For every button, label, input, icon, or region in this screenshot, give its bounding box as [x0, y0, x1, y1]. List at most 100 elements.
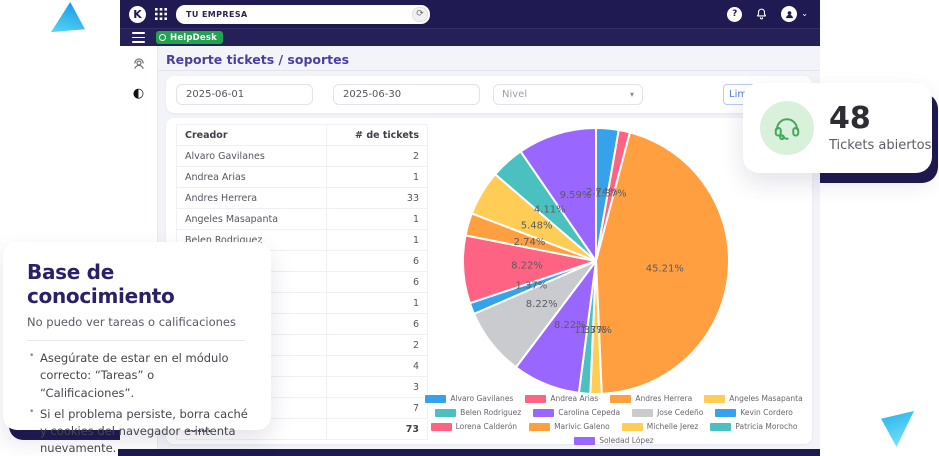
helpdesk-badge-label: HelpDesk [170, 32, 218, 43]
legend-label: Kevin Cordero [740, 408, 793, 417]
count-cell: 33 [406, 193, 419, 204]
apps-grid-icon[interactable] [155, 8, 167, 20]
count-cell: 4 [412, 361, 419, 372]
table-row: Andrea Arias 1 [177, 167, 427, 188]
legend-item[interactable]: Michelle Jerez [621, 422, 699, 431]
date-to-input[interactable] [333, 84, 480, 105]
legend-item[interactable]: Andres Herrera [610, 394, 692, 403]
help-icon[interactable]: ? [727, 6, 743, 22]
legend-label: Lorena Calderón [455, 422, 518, 431]
notifications-bell-icon[interactable] [755, 7, 768, 21]
chevron-down-icon: ▾ [629, 90, 634, 99]
topbar-actions: ? ⌄ [727, 6, 808, 22]
legend-item[interactable]: Kevin Cordero [715, 408, 793, 417]
open-tickets-value: 48 [829, 100, 871, 136]
knowledge-bullet: Si el problema persiste, borra caché y c… [27, 406, 251, 456]
headset-icon [774, 118, 800, 141]
knowledge-subtitle: No puedo ver tareas o calificaciones [27, 315, 236, 329]
brand-logo[interactable]: K [129, 5, 146, 23]
date-from-input[interactable] [176, 84, 313, 105]
legend-label: Carolina Cepeda [558, 408, 621, 417]
legend-item[interactable]: Andrea Arias [525, 394, 598, 403]
count-cell: 1 [412, 235, 419, 246]
company-search: ⟳ [176, 4, 430, 24]
count-cell: 6 [412, 256, 419, 267]
count-cell: 6 [412, 319, 419, 330]
pie-label: 8.22% [554, 320, 586, 331]
legend-label: Patricia Morocho [735, 422, 798, 431]
legend-item[interactable]: Jose Cedeño [632, 408, 703, 417]
table-row: Angeles Masapanta 1 [177, 209, 427, 230]
user-menu[interactable]: ⌄ [781, 6, 808, 22]
pie-chart: 2.74%1.37%45.21%1.37%1.37%8.22%8.22%1.37… [462, 127, 730, 396]
legend-swatch [533, 408, 555, 417]
screenshot-stage: K ⟳ ? [0, 0, 939, 456]
pie-label: 8.22% [526, 299, 558, 310]
count-cell: 2 [412, 340, 419, 351]
legend-swatch [525, 394, 547, 403]
page-title: Reporte tickets / soportes [166, 52, 350, 67]
legend-swatch [425, 394, 447, 403]
legend-row: Soledad López [410, 436, 818, 445]
legend-item[interactable]: Marivic Galeno [529, 422, 610, 431]
legend-item[interactable]: Alvaro Gavilanes [425, 394, 513, 403]
refresh-icon[interactable]: ⟳ [412, 6, 428, 22]
table-header-creator: Creador [177, 125, 327, 145]
title-divider [158, 70, 820, 71]
legend-swatch [710, 422, 732, 431]
helpdesk-badge[interactable]: HelpDesk [156, 31, 224, 44]
legend-swatch [621, 422, 643, 431]
table-row: Andres Herrera 33 [177, 188, 427, 209]
legend-swatch [529, 422, 551, 431]
legend-swatch [715, 408, 737, 417]
legend-row: Lorena Calderón Marivic Galeno Michelle Je… [410, 422, 818, 431]
pie-label: 45.21% [646, 263, 684, 274]
knowledge-title: Base de conocimiento [27, 260, 175, 308]
level-select[interactable]: Nivel ▾ [493, 84, 643, 105]
chart-legend: Alvaro Gavilanes Andrea Arias Andres Herre… [410, 394, 818, 450]
creator-cell: Andrea Arias [177, 167, 327, 187]
legend-label: Marivic Galeno [554, 422, 610, 431]
count-cell: 6 [412, 277, 419, 288]
legend-swatch [704, 394, 726, 403]
pie-label: 9.59% [560, 190, 592, 201]
legend-item[interactable]: Carolina Cepeda [533, 408, 620, 417]
knowledge-bullet-list: Asegúrate de estar en el módulo correcto… [27, 350, 251, 456]
chevron-down-icon: ⌄ [801, 9, 808, 18]
legend-item[interactable]: Patricia Morocho [710, 422, 797, 431]
knowledge-divider [27, 340, 245, 341]
legend-label: Soledad López [599, 436, 654, 445]
open-tickets-stat: 48 Tickets abiertos [829, 100, 931, 153]
legend-swatch [435, 408, 457, 417]
pie-label: 8.22% [511, 261, 543, 272]
legend-swatch [632, 408, 654, 417]
company-search-input[interactable] [186, 9, 408, 19]
legend-item[interactable]: Belen Rodriguez [435, 408, 521, 417]
pie-label: 1.37% [595, 188, 627, 199]
legend-item[interactable]: Lorena Calderón [430, 422, 518, 431]
knowledge-base-card: Base de conocimiento No puedo ver tareas… [3, 242, 271, 455]
legend-label: Alvaro Gavilanes [450, 394, 514, 403]
decorative-triangle-bottom-right [881, 411, 914, 447]
legend-item[interactable]: Angeles Masapanta [704, 394, 803, 403]
legend-item[interactable]: Soledad López [574, 436, 654, 445]
count-cell: 1 [412, 214, 419, 225]
legend-label: Michelle Jerez [646, 422, 699, 431]
menu-icon[interactable] [132, 32, 145, 43]
decorative-triangle-top-left [51, 2, 85, 33]
pie-label: 4.11% [534, 205, 566, 216]
topbar: K ⟳ ? [120, 0, 820, 28]
pie-label: 1.37% [516, 281, 548, 292]
contrast-icon[interactable]: ◐ [132, 86, 146, 100]
legend-row: Alvaro Gavilanes Andrea Arias Andres Herre… [410, 394, 818, 403]
pie-label: 5.48% [521, 221, 553, 232]
legend-label: Andres Herrera [635, 394, 693, 403]
legend-row: Belen Rodriguez Carolina Cepeda Jose Cedeñ… [410, 408, 818, 417]
level-select-placeholder: Nivel [502, 89, 528, 100]
table-row: Alvaro Gavilanes 2 [177, 146, 427, 167]
support-agent-icon[interactable] [132, 56, 146, 70]
legend-label: Jose Cedeño [657, 408, 704, 417]
creator-cell: Angeles Masapanta [177, 209, 327, 229]
module-bar: HelpDesk [120, 28, 820, 46]
legend-label: Andrea Arias [550, 394, 599, 403]
